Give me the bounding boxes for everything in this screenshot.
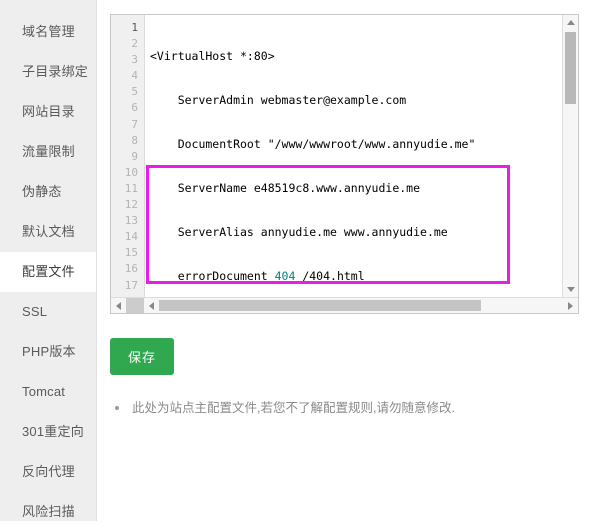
line-number: 16 xyxy=(124,262,138,276)
sidebar-item-label: 配置文件 xyxy=(22,264,75,279)
sidebar-item-subdirectory-binding[interactable]: 子目录绑定 xyxy=(0,52,96,92)
main-content: 1 2 3 4 5 6 7 8 9 10 11 12 13 14 15 16 1 xyxy=(97,0,595,521)
sidebar-item-label: 子目录绑定 xyxy=(22,64,89,79)
editor-body: 1 2 3 4 5 6 7 8 9 10 11 12 13 14 15 16 1 xyxy=(111,15,562,297)
notes-list: 此处为站点主配置文件,若您不了解配置规则,请勿随意修改. xyxy=(110,399,595,417)
code-number-token: 404 xyxy=(274,269,296,284)
note-text: 此处为站点主配置文件,若您不了解配置规则,请勿随意修改. xyxy=(132,401,455,415)
line-number: 10 xyxy=(124,165,138,179)
line-number: 8 xyxy=(131,133,138,147)
sidebar-item-reverse-proxy[interactable]: 反向代理 xyxy=(0,452,96,492)
sidebar-item-traffic-limit[interactable]: 流量限制 xyxy=(0,132,96,172)
line-number: 12 xyxy=(124,198,138,212)
line-number: 11 xyxy=(124,181,138,195)
scroll-down-arrow[interactable] xyxy=(563,282,578,297)
code-line: ServerAdmin webmaster@example.com xyxy=(150,93,407,108)
sidebar-item-tomcat[interactable]: Tomcat xyxy=(0,372,96,412)
line-number: 3 xyxy=(131,53,138,67)
editor-vertical-scrollbar[interactable] xyxy=(562,15,578,297)
sidebar-item-label: 反向代理 xyxy=(22,464,75,479)
scroll-left-arrow-secondary[interactable] xyxy=(144,298,159,313)
line-number: 1 xyxy=(131,21,138,34)
line-number: 14 xyxy=(124,230,138,244)
code-line: <VirtualHost *:80> xyxy=(150,49,275,63)
sidebar-item-label: 域名管理 xyxy=(22,24,75,39)
line-number: 5 xyxy=(131,85,138,99)
sidebar-item-301-redirect[interactable]: 301重定向 xyxy=(0,412,96,452)
code-line-error-document: errorDocument 404 /404.html xyxy=(150,268,562,284)
code-text-area[interactable]: <VirtualHost *:80> ServerAdmin webmaster… xyxy=(145,15,562,297)
site-config-panel: 域名管理 子目录绑定 网站目录 流量限制 伪静态 默认文档 配置文件 SSL P… xyxy=(0,0,595,521)
sidebar-item-website-directory[interactable]: 网站目录 xyxy=(0,92,96,132)
editor-horizontal-scrollbar[interactable] xyxy=(111,297,578,313)
sidebar-item-default-document[interactable]: 默认文档 xyxy=(0,212,96,252)
line-number: 15 xyxy=(124,246,138,260)
line-number: 6 xyxy=(131,101,138,115)
horizontal-scroll-thumb[interactable] xyxy=(159,300,481,311)
note-item: 此处为站点主配置文件,若您不了解配置规则,请勿随意修改. xyxy=(110,399,595,417)
line-number: 7 xyxy=(131,117,138,131)
sidebar-nav: 域名管理 子目录绑定 网站目录 流量限制 伪静态 默认文档 配置文件 SSL P… xyxy=(0,0,97,521)
code-line: ServerName e48519c8.www.annyudie.me xyxy=(150,181,421,196)
sidebar-item-domain-management[interactable]: 域名管理 xyxy=(0,12,96,52)
code-line: ServerAlias annyudie.me www.annyudie.me xyxy=(150,225,448,240)
line-number: 9 xyxy=(131,149,138,163)
scrollbar-corner xyxy=(126,298,144,313)
scroll-left-arrow[interactable] xyxy=(111,298,126,313)
line-number: 13 xyxy=(124,214,138,228)
save-button[interactable]: 保存 xyxy=(110,338,175,375)
bullet-icon xyxy=(115,406,119,410)
code-line: DocumentRoot "/www/wwwroot/www.annyudie.… xyxy=(150,137,476,152)
line-number: 17 xyxy=(124,278,138,292)
sidebar-item-label: 伪静态 xyxy=(22,184,62,199)
line-number: 2 xyxy=(131,37,138,51)
line-number-gutter: 1 2 3 4 5 6 7 8 9 10 11 12 13 14 15 16 1 xyxy=(111,15,145,297)
sidebar-item-php-version[interactable]: PHP版本 xyxy=(0,332,96,372)
line-number: 4 xyxy=(131,69,138,83)
sidebar-item-risk-scan[interactable]: 风险扫描 xyxy=(0,492,96,532)
sidebar-item-label: Tomcat xyxy=(22,384,66,399)
sidebar-item-label: 默认文档 xyxy=(22,224,75,239)
sidebar-item-label: 风险扫描 xyxy=(22,504,75,519)
sidebar-item-ssl[interactable]: SSL xyxy=(0,292,96,332)
scroll-up-arrow[interactable] xyxy=(563,15,578,30)
sidebar-item-label: PHP版本 xyxy=(22,344,76,359)
sidebar-item-label: SSL xyxy=(22,304,48,319)
vertical-scroll-thumb[interactable] xyxy=(565,32,576,104)
config-file-editor[interactable]: 1 2 3 4 5 6 7 8 9 10 11 12 13 14 15 16 1 xyxy=(110,14,579,314)
sidebar-item-label: 流量限制 xyxy=(22,144,75,159)
sidebar-item-rewrite-rules[interactable]: 伪静态 xyxy=(0,172,96,212)
code-line-text: errorDocument 404 /404.html xyxy=(150,269,365,284)
scroll-right-arrow[interactable] xyxy=(563,298,578,313)
sidebar-item-label: 301重定向 xyxy=(22,424,84,439)
sidebar-item-config-file[interactable]: 配置文件 xyxy=(0,252,96,292)
sidebar-item-label: 网站目录 xyxy=(22,104,75,119)
